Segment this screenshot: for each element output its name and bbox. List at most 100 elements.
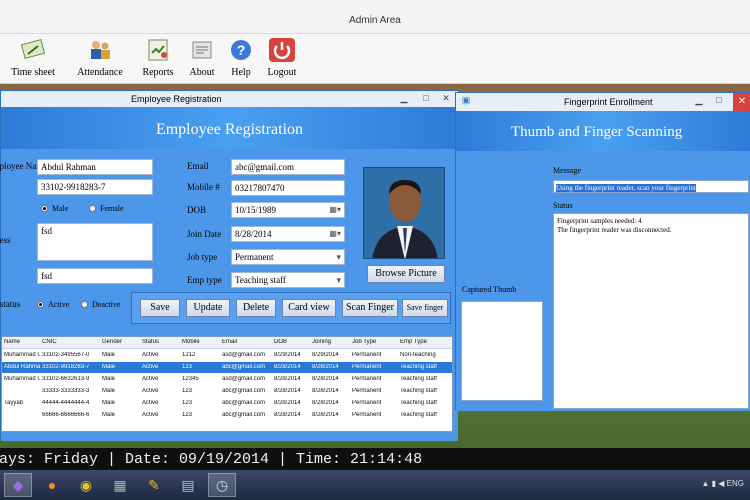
clock-app-icon[interactable]: ◷ xyxy=(208,473,236,497)
table-cell: 8/29/2014 xyxy=(312,352,339,358)
fingerprint-banner: Thumb and Finger Scanning xyxy=(456,111,750,151)
volume-icon[interactable]: ◀ xyxy=(718,479,724,488)
employee-banner: Employee Registration xyxy=(1,107,458,149)
save-button[interactable]: Save xyxy=(140,299,180,317)
radio-dot xyxy=(41,205,48,212)
table-row[interactable]: Muhammad Umar33102-3495567-0 Male Active 12… xyxy=(2,350,452,361)
toolbar-help-button[interactable]: ? Help xyxy=(226,36,256,78)
table-cell: Permanent xyxy=(352,388,382,394)
app-icon[interactable]: ✎ xyxy=(140,473,168,497)
email-field[interactable]: abc@gmail.com xyxy=(231,159,345,175)
table-cell: Tayyab xyxy=(4,400,24,406)
table-cell: 123 xyxy=(182,388,193,394)
chrome-icon[interactable]: ◉ xyxy=(72,473,100,497)
table-cell: Permanent xyxy=(352,412,382,418)
name-field[interactable]: Abdul Rahman xyxy=(37,159,153,175)
save-finger-button[interactable]: Save finger xyxy=(402,299,448,317)
table-cell: 8/28/2014 xyxy=(274,400,301,406)
close-icon[interactable]: ✕ xyxy=(439,93,453,104)
captured-thumb-image xyxy=(461,301,543,401)
fingerprint-heading: Thumb and Finger Scanning xyxy=(511,124,683,140)
employee-window-title: Employee Registration xyxy=(131,94,222,104)
admin-window-title: Admin Area xyxy=(349,15,401,26)
dob-datepicker[interactable]: 10/15/1989 xyxy=(231,202,345,218)
status-deactive-radio[interactable]: Deactive xyxy=(81,300,120,309)
table-cell: 8/28/2014 xyxy=(274,412,301,418)
visual-studio-icon[interactable]: ◆ xyxy=(4,473,32,497)
app-icon[interactable]: ▤ xyxy=(174,473,202,497)
fingerprint-window-title: Fingerprint Enrollment xyxy=(564,97,653,107)
close-icon[interactable]: ✕ xyxy=(733,93,750,111)
status-active-radio[interactable]: Active xyxy=(37,300,69,309)
message-text: Using the fingerprint reader, scan your … xyxy=(556,184,696,192)
browse-picture-button[interactable]: Browse Picture xyxy=(367,265,445,283)
table-cell: 8/28/2014 xyxy=(312,388,339,394)
app-icon[interactable]: ▦ xyxy=(106,473,134,497)
maximize-icon[interactable]: □ xyxy=(419,93,433,104)
table-cell: 8/28/2014 xyxy=(274,388,301,394)
table-row[interactable]: Muhammad Umar Mans33102-6632613-9 Male Act… xyxy=(2,374,452,385)
table-cell: Permanent xyxy=(352,400,382,406)
table-cell: 33102-6632613-9 xyxy=(42,376,90,382)
card-view-button[interactable]: Card view xyxy=(282,299,336,317)
table-row[interactable]: 66666-6666666-6 Male Active 123 abc@gmail.co… xyxy=(2,410,452,421)
column-header[interactable]: Gender xyxy=(102,339,132,345)
table-row[interactable]: Abdul Rahman 33102-9918283-7 Male Active 123… xyxy=(2,362,452,373)
scan-finger-button[interactable]: Scan Finger xyxy=(342,299,398,317)
firefox-icon[interactable]: ● xyxy=(38,473,66,497)
network-icon[interactable]: ▮ xyxy=(712,479,716,488)
toolbar-reports-button[interactable]: Reports xyxy=(138,36,178,78)
status-box[interactable]: Fingerprint samples needed: 4 The finger… xyxy=(553,213,749,409)
up-arrow-icon[interactable]: ▲ xyxy=(701,479,709,488)
delete-button[interactable]: Delete xyxy=(236,299,276,317)
column-header[interactable]: Email xyxy=(222,339,268,345)
column-header[interactable]: DOB xyxy=(274,339,308,345)
language-indicator[interactable]: ENG xyxy=(727,479,744,488)
column-header[interactable]: Mobile xyxy=(182,339,212,345)
toolbar-timesheet-button[interactable]: Time sheet xyxy=(6,36,60,78)
system-tray[interactable]: ▲ ▮ ◀ ENG xyxy=(701,479,744,488)
column-header[interactable]: Status xyxy=(142,339,172,345)
table-cell: Permanent xyxy=(352,352,382,358)
table-cell: Male xyxy=(102,352,116,358)
table-cell: 123 xyxy=(182,364,193,370)
table-row[interactable]: Tayyab 44444-4444444-4 Male Active 123 abc@gm… xyxy=(2,398,452,409)
message-field[interactable]: Using the fingerprint reader, scan your … xyxy=(553,180,749,193)
toolbar-label: Attendance xyxy=(77,67,123,78)
cnic-field[interactable]: 33102-9918283-7 xyxy=(37,179,153,195)
emp-type-label: Emp type xyxy=(187,275,222,285)
join-datepicker[interactable]: 8/28/2014 xyxy=(231,226,345,242)
gender-female-radio[interactable]: Female xyxy=(89,204,124,213)
column-header[interactable]: Emp Type xyxy=(400,339,452,345)
fingerprint-enrollment-window: ▣ Fingerprint Enrollment ▁ □ ✕ Thumb and… xyxy=(455,92,750,411)
mobile-field[interactable]: 03217807470 xyxy=(231,180,345,196)
toolbar-attendance-button[interactable]: Attendance xyxy=(70,36,130,78)
table-row[interactable]: 33333-3333333-3 Male Active 123 abc@gmail.co… xyxy=(2,386,452,397)
employee-heading: Employee Registration xyxy=(155,121,304,138)
table-cell: 44444-4444444-4 xyxy=(42,400,90,406)
column-header[interactable]: Name xyxy=(4,339,40,345)
column-header[interactable]: CNIC xyxy=(42,339,92,345)
update-button[interactable]: Update xyxy=(186,299,230,317)
job-type-select[interactable]: Permanent xyxy=(231,249,345,265)
column-header[interactable]: Job Type xyxy=(352,339,396,345)
table-cell: abc@gmail.com xyxy=(222,364,266,370)
city-field[interactable]: fsd xyxy=(37,268,153,284)
grid-header-row: Name CNIC Gender Status Mobile Email DOB… xyxy=(2,337,452,349)
table-cell: Active xyxy=(142,376,159,382)
table-cell: Male xyxy=(102,388,116,394)
emp-type-select[interactable]: Teaching staff xyxy=(231,272,345,288)
column-header[interactable]: Joining xyxy=(312,339,346,345)
minimize-icon[interactable]: ▁ xyxy=(692,95,706,106)
table-cell: 8/28/2014 xyxy=(312,412,339,418)
employee-grid[interactable]: Name CNIC Gender Status Mobile Email DOB… xyxy=(1,336,453,432)
table-cell: 33333-3333333-3 xyxy=(42,388,90,394)
help-icon: ? xyxy=(226,36,256,64)
attendance-icon xyxy=(85,36,115,64)
minimize-icon[interactable]: ▁ xyxy=(397,93,411,104)
maximize-icon[interactable]: □ xyxy=(712,95,726,106)
gender-male-radio[interactable]: Male xyxy=(41,204,68,213)
address-field[interactable]: fsd xyxy=(37,223,153,261)
toolbar-about-button[interactable]: About xyxy=(186,36,218,78)
toolbar-logout-button[interactable]: Logout xyxy=(264,36,300,78)
